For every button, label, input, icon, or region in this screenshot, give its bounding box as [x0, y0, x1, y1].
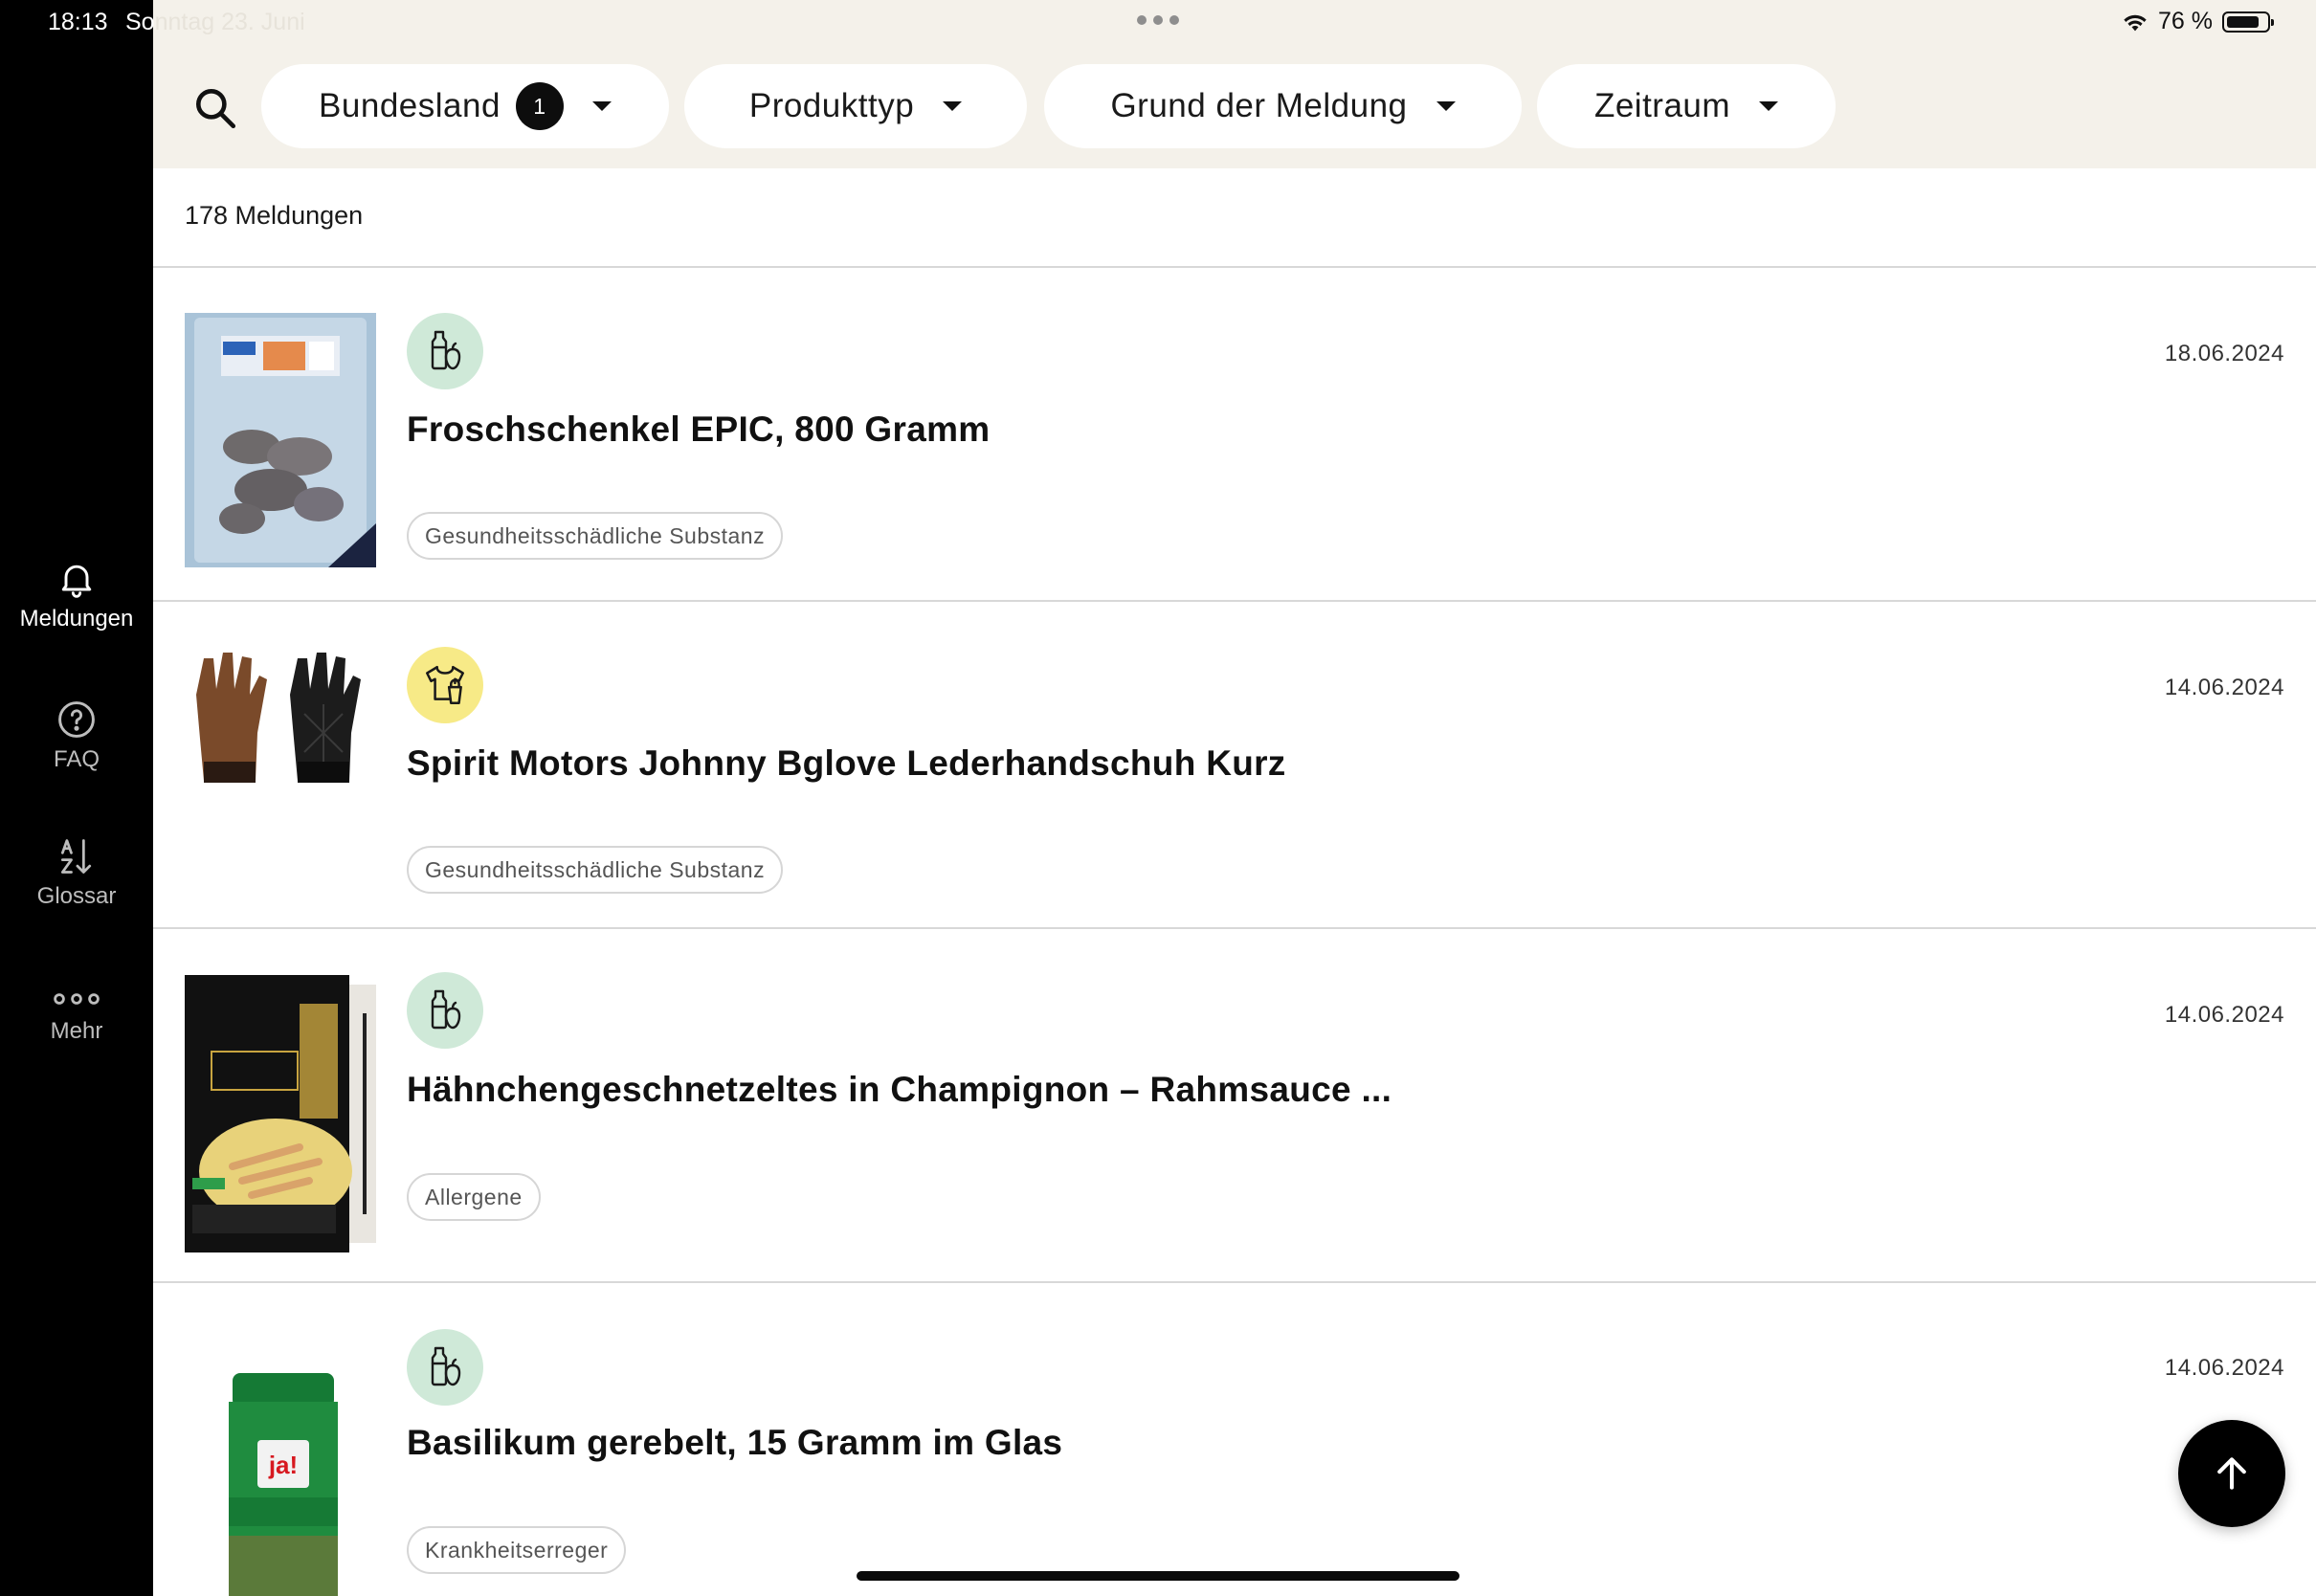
product-image-basilikum: ja!	[185, 1373, 376, 1596]
nav-item-faq[interactable]: FAQ	[0, 698, 153, 773]
filter-chip-zeitraum[interactable]: Zeitraum	[1537, 64, 1836, 148]
item-tag: Gesundheitsschädliche Substanz	[407, 512, 784, 560]
chevron-down-icon	[943, 101, 963, 111]
sidebar: Meldungen FAQ Glossar Mehr	[0, 0, 153, 1596]
status-date-rest: nntag 23. Juni	[154, 9, 305, 35]
list-item[interactable]: Spirit Motors Johnny Bglove Lederhandsch…	[153, 602, 2316, 927]
status-time: 18:13	[48, 9, 108, 35]
search-icon[interactable]	[191, 84, 239, 132]
multitasking-dots-icon[interactable]	[1137, 15, 1179, 25]
item-date: 14.06.2024	[2164, 1002, 2284, 1028]
bell-icon	[61, 565, 92, 598]
list-item[interactable]: ja! Basilikum gerebelt, 15 Gramm im Glas…	[153, 1283, 2316, 1596]
item-title: Hähnchengeschnetzeltes in Champignon – R…	[407, 1070, 1392, 1109]
category-food-icon	[407, 1329, 483, 1406]
chip-label: Bundesland	[319, 87, 501, 124]
filter-chip-bundesland[interactable]: Bundesland 1	[261, 64, 669, 148]
item-tag: Allergene	[407, 1173, 541, 1221]
product-image-haehnchengeschnetzeltes	[185, 975, 376, 1252]
nav-item-label: Mehr	[50, 1018, 103, 1044]
nav-item-label: FAQ	[53, 746, 100, 772]
nav-item-meldungen[interactable]: Meldungen	[0, 558, 153, 632]
sort-az-icon	[60, 839, 92, 874]
item-date: 18.06.2024	[2164, 341, 2284, 366]
item-tag: Gesundheitsschädliche Substanz	[407, 846, 784, 894]
more-dots-icon	[54, 993, 100, 1005]
chip-label: Zeitraum	[1593, 87, 1731, 124]
category-food-icon	[407, 972, 483, 1049]
results-count: 178 Meldungen	[185, 201, 364, 230]
item-date: 14.06.2024	[2164, 1355, 2284, 1381]
arrow-up-icon	[2217, 1457, 2246, 1490]
status-date: Sonntag 23. Juni	[125, 9, 305, 36]
category-food-icon	[407, 313, 483, 389]
chevron-down-icon	[1759, 101, 1779, 111]
nav-item-label: Meldungen	[19, 606, 134, 632]
battery-icon	[2222, 11, 2274, 33]
home-indicator[interactable]	[857, 1571, 1459, 1581]
list-item[interactable]: Froschschenkel EPIC, 800 Gramm 18.06.202…	[153, 268, 2316, 601]
chip-label: Produkttyp	[748, 87, 915, 124]
wifi-icon	[2124, 14, 2147, 31]
item-title: Spirit Motors Johnny Bglove Lederhandsch…	[407, 743, 1286, 783]
list-item[interactable]: Hähnchengeschnetzeltes in Champignon – R…	[153, 929, 2316, 1281]
product-image-lederhandschuh	[185, 647, 376, 809]
chip-label: Grund der Meldung	[1110, 87, 1408, 124]
battery-percent: 76 %	[2158, 8, 2213, 34]
chevron-down-icon	[1436, 101, 1456, 111]
svg-text:ja!: ja!	[268, 1451, 298, 1479]
nav-item-mehr[interactable]: Mehr	[0, 986, 153, 1045]
item-title: Basilikum gerebelt, 15 Gramm im Glas	[407, 1423, 1063, 1462]
nav-item-glossar[interactable]: Glossar	[0, 835, 153, 910]
chevron-down-icon	[591, 101, 612, 111]
filter-chip-produkttyp[interactable]: Produkttyp	[684, 64, 1027, 148]
product-image-froschschenkel	[185, 313, 376, 567]
filter-chip-grund[interactable]: Grund der Meldung	[1044, 64, 1522, 148]
status-bar: 18:13 Sonntag 23. Juni 76 %	[0, 0, 2316, 46]
item-title: Froschschenkel EPIC, 800 Gramm	[407, 410, 991, 449]
filter-count-badge: 1	[515, 82, 564, 130]
scroll-to-top-button[interactable]	[2178, 1420, 2285, 1527]
nav-item-label: Glossar	[36, 883, 117, 909]
status-date-prefix: So	[125, 9, 155, 35]
item-date: 14.06.2024	[2164, 675, 2284, 700]
status-indicators: 76 %	[2122, 8, 2274, 35]
help-circle-icon	[58, 701, 95, 738]
category-clothing-icon	[407, 647, 483, 723]
item-tag: Krankheitserreger	[407, 1526, 627, 1574]
